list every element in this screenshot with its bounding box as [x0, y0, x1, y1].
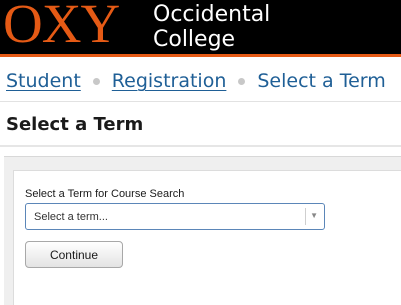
college-name-line2: College	[153, 27, 236, 52]
term-select-dropdown[interactable]: Select a term... ▼	[25, 203, 325, 230]
divider	[0, 145, 401, 147]
breadcrumb-separator	[238, 77, 246, 85]
college-name-line1: Occidental	[153, 2, 271, 27]
site-header: OXY Occidental College	[0, 0, 401, 57]
breadcrumb: Student Registration Select a Term	[6, 68, 386, 94]
term-select-placeholder: Select a term...	[34, 211, 108, 223]
triangle-down-icon[interactable]: ▼	[310, 211, 318, 220]
oxy-logo[interactable]: OXY	[3, 0, 120, 54]
college-name: Occidental College	[153, 2, 270, 52]
breadcrumb-separator	[92, 77, 100, 85]
page-title: Select a Term	[6, 114, 144, 135]
breadcrumb-current: Select a Term	[257, 70, 386, 92]
term-select-label: Select a Term for Course Search	[25, 188, 185, 200]
breadcrumb-registration-link[interactable]: Registration	[112, 70, 227, 92]
divider	[0, 101, 401, 102]
continue-button[interactable]: Continue	[25, 241, 123, 268]
dropdown-divider	[305, 208, 306, 225]
breadcrumb-student-link[interactable]: Student	[6, 70, 81, 92]
